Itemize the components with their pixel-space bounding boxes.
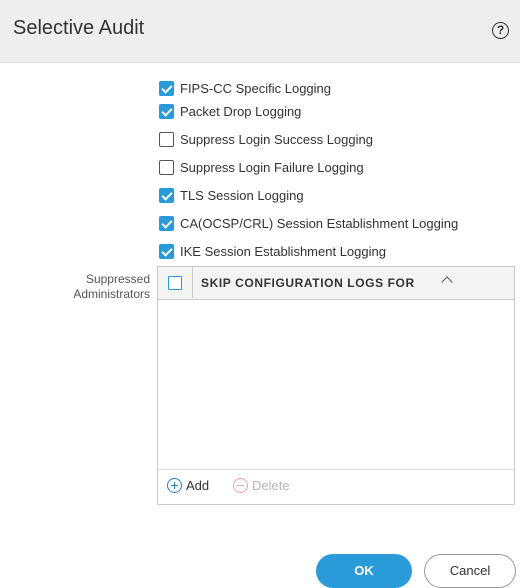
ok-button[interactable]: OK [316, 554, 412, 588]
option-suppress-login-failure[interactable]: Suppress Login Failure Logging [159, 157, 364, 177]
table-footer: Add Delete [158, 469, 514, 504]
help-icon[interactable]: ? [492, 22, 509, 39]
option-suppress-login-success[interactable]: Suppress Login Success Logging [159, 129, 373, 149]
label-line: Administrators [73, 287, 150, 301]
minus-circle-icon [233, 478, 248, 493]
add-label: Add [186, 478, 210, 493]
option-label: IKE Session Establishment Logging [180, 243, 386, 259]
checkbox-ike-session-logging[interactable] [159, 243, 174, 259]
delete-label: Delete [252, 478, 290, 493]
option-label: TLS Session Logging [180, 187, 304, 203]
option-label: Suppress Login Failure Logging [180, 159, 364, 175]
option-fips-cc-logging[interactable]: FIPS-CC Specific Logging [159, 78, 331, 98]
add-button[interactable]: Add [167, 478, 209, 493]
checkbox-suppress-login-success[interactable] [159, 131, 174, 147]
table-header: SKIP CONFIGURATION LOGS FOR [158, 267, 514, 300]
option-label: Packet Drop Logging [180, 103, 302, 119]
checkbox-packet-drop-logging[interactable] [159, 103, 174, 119]
checkbox-tls-session-logging[interactable] [159, 187, 174, 203]
delete-button[interactable]: Delete [233, 478, 290, 493]
select-all-cell [158, 267, 193, 298]
cancel-button[interactable]: Cancel [424, 554, 516, 588]
dialog-header: Selective Audit ? [0, 0, 520, 63]
label-line: Suppressed [85, 272, 150, 286]
column-header-skip-config-logs[interactable]: SKIP CONFIGURATION LOGS FOR [201, 276, 415, 290]
option-label: FIPS-CC Specific Logging [180, 80, 332, 96]
checkbox-ca-session-logging[interactable] [159, 215, 174, 231]
option-ike-session-logging[interactable]: IKE Session Establishment Logging [159, 241, 386, 261]
checkbox-suppress-login-failure[interactable] [159, 159, 174, 175]
suppressed-admins-table: SKIP CONFIGURATION LOGS FOR Add Delete [157, 266, 515, 505]
option-ca-session-logging[interactable]: CA(OCSP/CRL) Session Establishment Loggi… [159, 213, 458, 233]
suppressed-administrators-label: Suppressed Administrators [73, 272, 150, 302]
dialog-title: Selective Audit [13, 17, 145, 39]
table-body [158, 299, 514, 470]
select-all-checkbox[interactable] [168, 276, 182, 290]
option-label: CA(OCSP/CRL) Session Establishment Loggi… [180, 215, 459, 231]
sort-ascending-icon[interactable] [441, 276, 453, 288]
option-packet-drop-logging[interactable]: Packet Drop Logging [159, 101, 301, 121]
option-tls-session-logging[interactable]: TLS Session Logging [159, 185, 304, 205]
checkbox-fips-cc-logging[interactable] [159, 80, 174, 96]
plus-circle-icon [167, 478, 182, 493]
option-label: Suppress Login Success Logging [180, 131, 373, 147]
